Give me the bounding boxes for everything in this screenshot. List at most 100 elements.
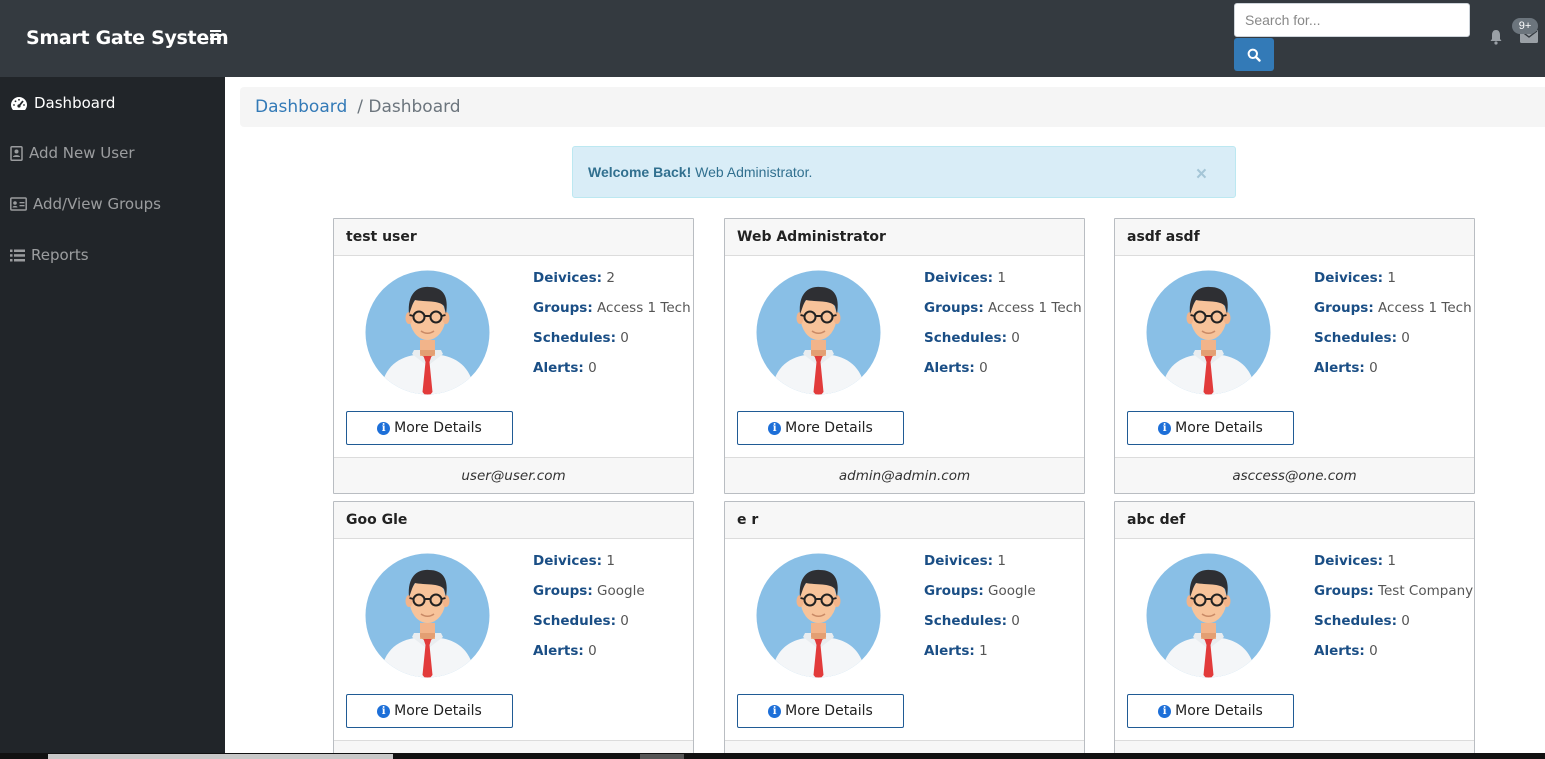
message-badge: 9+ xyxy=(1512,18,1538,34)
alerts-value: 0 xyxy=(1369,643,1378,659)
devices-row: Deivices: 1 xyxy=(924,553,1036,583)
search-input[interactable] xyxy=(1234,3,1470,37)
devices-row: Deivices: 1 xyxy=(1314,270,1472,300)
card-body: Deivices: 1 Groups: Test Company Schedules… xyxy=(1115,539,1474,740)
groups-label: Groups: xyxy=(924,583,984,599)
alerts-row: Alerts: 1 xyxy=(924,643,1036,673)
alert-message: Web Administrator. xyxy=(695,164,813,180)
schedules-label: Schedules: xyxy=(924,330,1007,346)
bars-icon[interactable] xyxy=(210,30,222,42)
avatar xyxy=(365,553,490,678)
card-email: asccess@one.com xyxy=(1115,457,1474,493)
card-user-name: asdf asdf xyxy=(1115,219,1474,256)
groups-value: Access 1 Tech xyxy=(1378,300,1472,316)
alerts-row: Alerts: 0 xyxy=(924,360,1082,390)
groups-value: Google xyxy=(988,583,1036,599)
breadcrumb-link-dashboard[interactable]: Dashboard xyxy=(255,97,347,117)
close-icon[interactable]: × xyxy=(1196,165,1207,184)
info-circle-icon: i xyxy=(377,421,391,435)
groups-label: Groups: xyxy=(533,300,593,316)
card-user-name: e r xyxy=(725,502,1084,539)
alerts-row: Alerts: 0 xyxy=(533,643,645,673)
schedules-label: Schedules: xyxy=(533,330,616,346)
schedules-row: Schedules: 0 xyxy=(533,613,645,643)
user-card: abc def Deivices: 1 Groups: Test Company S… xyxy=(1114,501,1475,759)
info-circle-icon: i xyxy=(377,704,391,718)
alerts-label: Alerts: xyxy=(924,643,975,659)
more-details-button[interactable]: i More Details xyxy=(1127,411,1294,445)
card-user-name: Goo Gle xyxy=(334,502,693,539)
devices-row: Deivices: 1 xyxy=(1314,553,1473,583)
schedules-row: Schedules: 0 xyxy=(1314,330,1472,360)
schedules-row: Schedules: 0 xyxy=(533,330,691,360)
search-button[interactable] xyxy=(1234,38,1274,71)
breadcrumb: Dashboard / Dashboard xyxy=(240,87,1545,127)
user-card: asdf asdf Deivices: 1 Groups: Access 1 Te… xyxy=(1114,218,1475,494)
sidebar-item-add-view-groups[interactable]: Add/View Groups xyxy=(10,191,161,217)
schedules-row: Schedules: 0 xyxy=(1314,613,1473,643)
scrollbar-thumb-secondary[interactable] xyxy=(640,754,684,759)
sidebar-item-label: Add New User xyxy=(29,144,135,162)
devices-label: Deivices: xyxy=(924,553,994,569)
groups-value: Google xyxy=(597,583,645,599)
groups-label: Groups: xyxy=(1314,583,1374,599)
more-details-label: More Details xyxy=(785,420,873,436)
sidebar-item-add-new-user[interactable]: Add New User xyxy=(10,140,134,166)
info-circle-icon: i xyxy=(768,421,782,435)
alerts-value: 0 xyxy=(588,643,597,659)
card-info: Deivices: 1 Groups: Access 1 Tech Schedule… xyxy=(1314,270,1472,390)
groups-label: Groups: xyxy=(924,300,984,316)
welcome-alert: Welcome Back! Web Administrator. × xyxy=(572,146,1236,198)
devices-label: Deivices: xyxy=(1314,553,1384,569)
card-info: Deivices: 1 Groups: Google Schedules: 0 Ale… xyxy=(533,553,645,673)
alerts-label: Alerts: xyxy=(533,643,584,659)
schedules-row: Schedules: 0 xyxy=(924,330,1082,360)
card-info: Deivices: 1 Groups: Google Schedules: 0 Ale… xyxy=(924,553,1036,673)
card-body: Deivices: 2 Groups: Access 1 Tech Schedule… xyxy=(334,256,693,457)
card-info: Deivices: 1 Groups: Access 1 Tech Schedule… xyxy=(924,270,1082,390)
devices-value: 1 xyxy=(997,270,1006,286)
more-details-button[interactable]: i More Details xyxy=(737,694,904,728)
breadcrumb-current: / Dashboard xyxy=(357,97,461,117)
schedules-label: Schedules: xyxy=(924,613,1007,629)
card-body: Deivices: 1 Groups: Google Schedules: 0 Ale… xyxy=(725,539,1084,740)
more-details-button[interactable]: i More Details xyxy=(1127,694,1294,728)
card-email: user@user.com xyxy=(334,457,693,493)
schedules-value: 0 xyxy=(1401,330,1410,346)
more-details-label: More Details xyxy=(1175,703,1263,719)
user-card: Web Administrator Deivices: 1 Groups: Acc… xyxy=(724,218,1085,494)
groups-value: Access 1 Tech xyxy=(597,300,691,316)
bell-icon[interactable] xyxy=(1489,29,1503,45)
alerts-value: 0 xyxy=(588,360,597,376)
more-details-label: More Details xyxy=(394,420,482,436)
schedules-value: 0 xyxy=(620,330,629,346)
devices-value: 2 xyxy=(606,270,615,286)
card-user-name: Web Administrator xyxy=(725,219,1084,256)
card-user-name: abc def xyxy=(1115,502,1474,539)
devices-row: Deivices: 1 xyxy=(533,553,645,583)
brand-title[interactable]: Smart Gate System xyxy=(26,27,229,49)
scrollbar-thumb[interactable] xyxy=(48,754,393,759)
sidebar-item-label: Add/View Groups xyxy=(33,195,161,213)
alerts-row: Alerts: 0 xyxy=(1314,360,1472,390)
user-card: Goo Gle Deivices: 1 Groups: Google Schedul… xyxy=(333,501,694,759)
info-circle-icon: i xyxy=(1158,704,1172,718)
more-details-button[interactable]: i More Details xyxy=(346,411,513,445)
alerts-value: 0 xyxy=(1369,360,1378,376)
more-details-button[interactable]: i More Details xyxy=(737,411,904,445)
alerts-row: Alerts: 0 xyxy=(1314,643,1473,673)
avatar xyxy=(1146,270,1271,395)
alerts-label: Alerts: xyxy=(533,360,584,376)
groups-row: Groups: Access 1 Tech xyxy=(924,300,1082,330)
address-book-icon xyxy=(10,145,23,161)
sidebar-item-reports[interactable]: Reports xyxy=(10,242,89,268)
user-card: e r Deivices: 1 Groups: Google Schedules: … xyxy=(724,501,1085,759)
card-body: Deivices: 1 Groups: Google Schedules: 0 Ale… xyxy=(334,539,693,740)
more-details-label: More Details xyxy=(1175,420,1263,436)
groups-row: Groups: Test Company xyxy=(1314,583,1473,613)
schedules-value: 0 xyxy=(1011,613,1020,629)
groups-row: Groups: Google xyxy=(533,583,645,613)
more-details-button[interactable]: i More Details xyxy=(346,694,513,728)
card-info: Deivices: 1 Groups: Test Company Schedules… xyxy=(1314,553,1473,673)
sidebar-item-dashboard[interactable]: Dashboard xyxy=(10,90,115,116)
